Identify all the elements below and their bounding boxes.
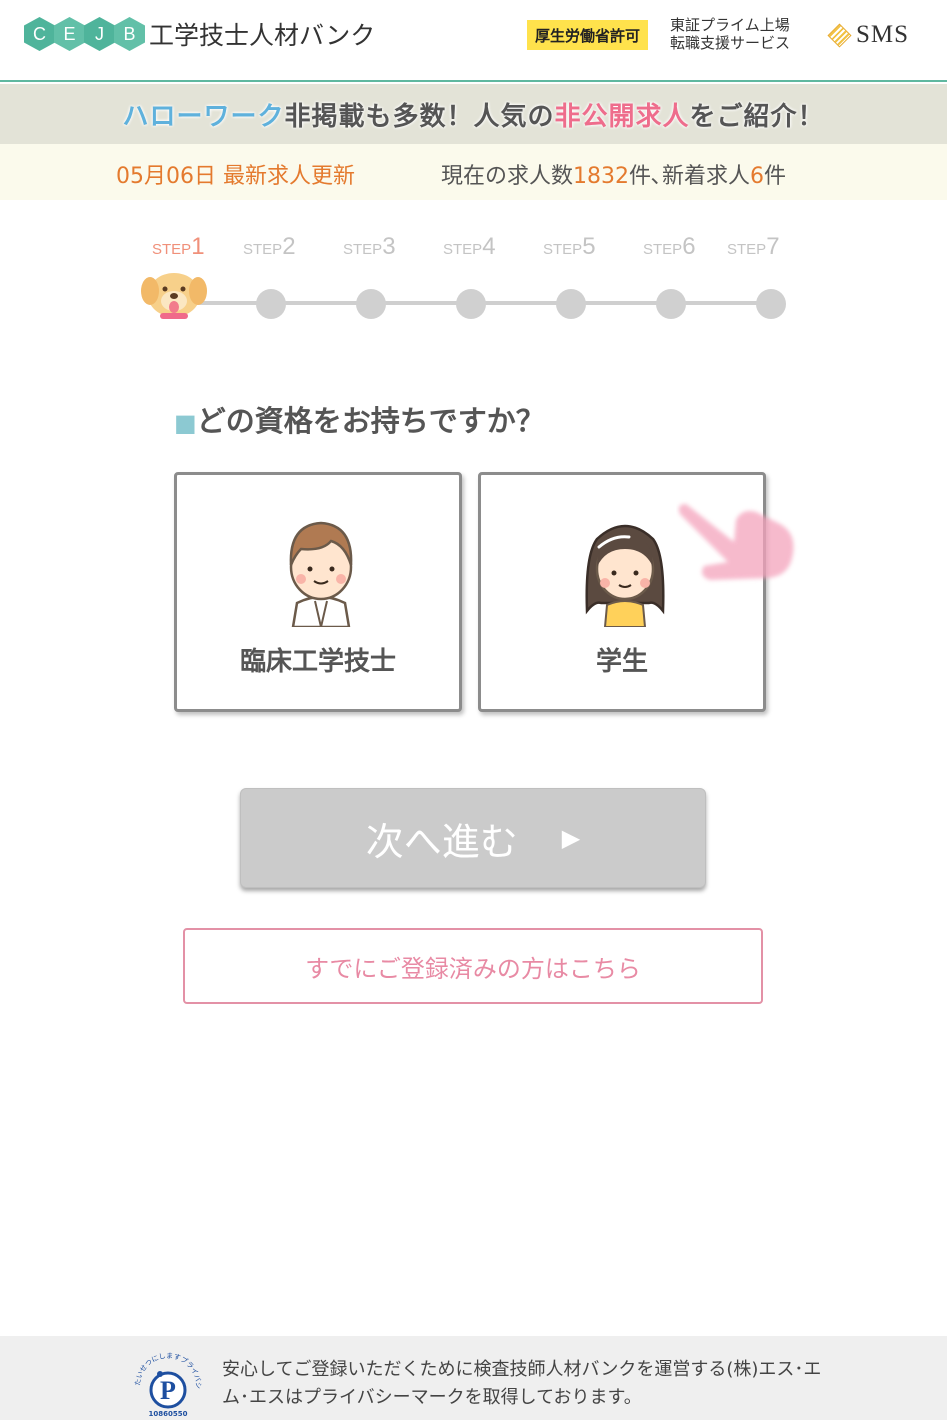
new-count: 6 <box>750 164 765 189</box>
job-counts: 現在の求人数1832件､新着求人6件 <box>441 158 786 190</box>
banner-text: 非掲載も多数！人気の <box>284 101 555 132</box>
step-label-6: STEP6 <box>643 233 696 260</box>
student-avatar-icon <box>585 524 665 627</box>
choice-label: 臨床工学技士 <box>239 647 396 677</box>
next-button[interactable]: 次へ進む ▶ <box>240 788 706 888</box>
question-heading: ■どの資格をお持ちですか？ <box>174 398 545 440</box>
step-label-7: STEP7 <box>727 233 780 260</box>
next-button-label: 次へ進む <box>365 819 518 864</box>
step-dot <box>656 289 686 319</box>
privacy-footer: たいせつにしますプライバシー P 10860550 安心してご登録いただくために… <box>0 1336 947 1420</box>
choice-clinical-engineer[interactable]: 臨床工学技士 <box>174 472 462 712</box>
privacy-mark-icon: たいせつにしますプライバシー P 10860550 <box>130 1346 202 1418</box>
listing-line: 転職支援サービス <box>670 34 791 52</box>
engineer-avatar-icon <box>289 521 353 627</box>
svg-text:P: P <box>160 1376 176 1405</box>
logo-letter: J <box>84 17 115 51</box>
cejb-logo[interactable]: C E J B 工学技士人材バンク <box>24 16 375 52</box>
question-text: どの資格をお持ちですか？ <box>196 404 545 438</box>
already-registered-label: すでにご登録済みの方はこちら <box>305 954 641 983</box>
logo-letter: B <box>114 17 145 51</box>
promo-banner: ハローワーク 非掲載も多数！人気の 非公開求人 をご紹介！ <box>0 84 947 144</box>
already-registered-button[interactable]: すでにご登録済みの方はこちら <box>183 928 763 1004</box>
banner-text: をご紹介！ <box>689 101 825 132</box>
step-dot <box>756 289 786 319</box>
privacy-statement: 安心してご登録いただくために検査技師人材バンクを運営する(株)エス･エム･エスは… <box>222 1359 822 1408</box>
count-text: 現在の求人数 <box>441 164 574 189</box>
logo-letter: C <box>24 17 55 51</box>
listing-info: 東証プライム上場 転職支援サービス <box>670 16 790 52</box>
heading-marker: ■ <box>174 409 197 437</box>
total-count: 1832 <box>573 164 630 189</box>
sms-logo: SMS <box>828 21 909 49</box>
update-date: 05月06日 最新求人更新 <box>116 164 355 189</box>
site-header: C E J B 工学技士人材バンク 厚生労働省許可 東証プライム上場 転職支援サ… <box>0 0 947 82</box>
step-dot <box>456 289 486 319</box>
step-dot <box>256 289 286 319</box>
step-label-3: STEP3 <box>343 233 396 260</box>
step-dot <box>356 289 386 319</box>
count-text: 件 <box>764 164 787 189</box>
svg-text:10860550: 10860550 <box>149 1410 188 1418</box>
dog-mascot-icon <box>141 273 207 319</box>
license-badge: 厚生労働省許可 <box>527 20 649 50</box>
count-text: 件､新着求人 <box>629 164 751 189</box>
pointing-hand-icon <box>678 504 794 580</box>
logo-name: 工学技士人材バンク <box>149 21 376 50</box>
logo-letter: E <box>54 17 85 51</box>
banner-text: 非公開求人 <box>554 101 690 132</box>
sms-diamond-icon <box>828 24 850 46</box>
step-label-4: STEP4 <box>443 233 496 260</box>
step-progress: STEP1 STEP2 STEP3 STEP4 STEP5 STEP6 STEP… <box>0 225 947 325</box>
company-name: SMS <box>856 21 910 48</box>
banner-text: ハローワーク <box>122 101 285 132</box>
job-info-bar: 05月06日 最新求人更新 現在の求人数1832件､新着求人6件 <box>0 144 947 200</box>
choice-label: 学生 <box>595 647 648 677</box>
step-label-1: STEP1 <box>152 233 205 260</box>
step-label-5: STEP5 <box>543 233 596 260</box>
step-label-2: STEP2 <box>243 233 296 260</box>
play-arrow-icon: ▶ <box>561 824 581 852</box>
step-dot <box>556 289 586 319</box>
listing-line: 東証プライム上場 <box>670 16 790 34</box>
